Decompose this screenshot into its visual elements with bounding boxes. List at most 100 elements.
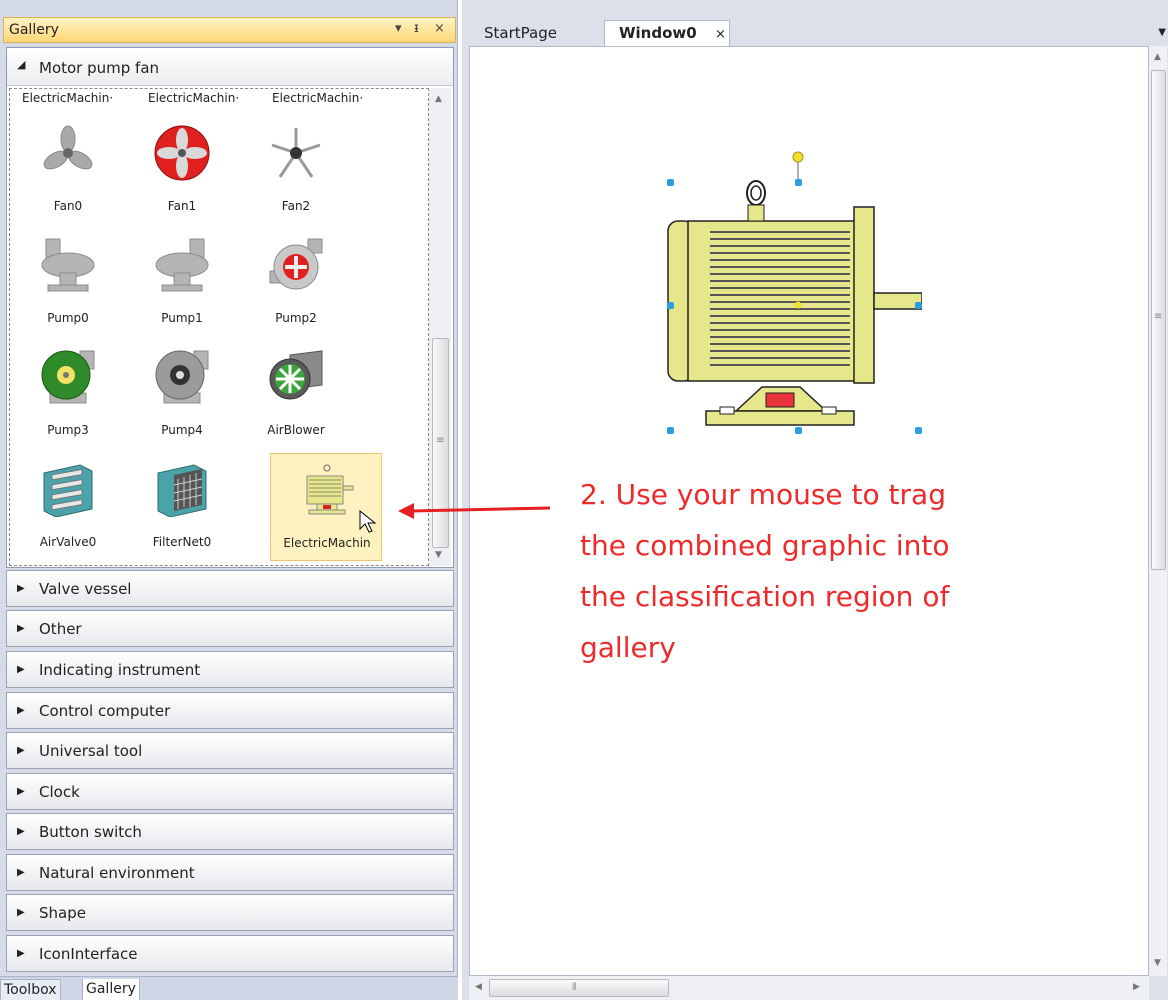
gallery-title: Gallery <box>9 22 59 38</box>
item-label: AirBlower <box>267 423 325 437</box>
fan-red-icon <box>154 125 210 181</box>
category-indicating-instrument[interactable]: ▶ Indicating instrument <box>6 651 454 688</box>
motor-nameplate <box>765 392 795 408</box>
resize-handle-sw[interactable] <box>667 427 674 434</box>
resize-handle-se[interactable] <box>915 427 922 434</box>
scroll-up-icon[interactable]: ▲ <box>435 94 442 104</box>
pin-icon[interactable]: ᵻ <box>414 21 419 36</box>
gallery-scrollbar[interactable]: ▲ ≡ ▼ <box>429 88 451 566</box>
category-button-switch[interactable]: ▶ Button switch <box>6 813 454 850</box>
gallery-item-pump1[interactable]: Pump1 <box>126 229 238 337</box>
caret-right-icon: ▶ <box>17 745 25 756</box>
category-label: Control computer <box>39 702 171 720</box>
item-label: AirValve0 <box>39 535 97 549</box>
category-clock[interactable]: ▶ Clock <box>6 773 454 810</box>
fan-spoke-icon <box>271 128 321 178</box>
cutoff-item-label[interactable]: ElectricMachin· <box>148 91 239 105</box>
tab-overflow-icon[interactable]: ▼ <box>1158 27 1166 38</box>
scroll-right-icon[interactable]: ▶ <box>1133 982 1140 992</box>
gallery-item-filternet0[interactable]: FilterNet0 <box>126 453 238 561</box>
lifting-eye-base <box>747 204 765 222</box>
instruction-line: 2. Use your mouse to trag <box>580 478 946 511</box>
caret-right-icon: ▶ <box>17 786 25 797</box>
category-universal-tool[interactable]: ▶ Universal tool <box>6 732 454 769</box>
air-valve-icon <box>43 464 93 517</box>
category-label: Button switch <box>39 823 142 841</box>
cutoff-item-label[interactable]: ElectricMachin· <box>272 91 363 105</box>
combined-motor-graphic[interactable] <box>658 147 922 437</box>
gallery-item-fan0[interactable]: Fan0 <box>12 117 124 225</box>
lifting-eye <box>746 180 766 206</box>
scroll-down-icon[interactable]: ▼ <box>435 550 442 560</box>
scrollbar-thumb[interactable]: ≡ <box>1151 70 1166 570</box>
scroll-up-icon[interactable]: ▲ <box>1154 52 1161 62</box>
category-label: Other <box>39 620 82 638</box>
mouse-cursor-icon <box>359 510 377 533</box>
resize-handle-s[interactable] <box>795 427 802 434</box>
item-label: Fan2 <box>281 199 311 213</box>
motor-group-header[interactable]: ◢ Motor pump fan <box>7 48 453 86</box>
scroll-left-icon[interactable]: ◀ <box>475 982 482 992</box>
close-panel-icon[interactable]: × <box>434 21 445 36</box>
category-valve-vessel[interactable]: ▶ Valve vessel <box>6 570 454 607</box>
center-handle[interactable] <box>794 301 802 309</box>
caret-right-icon: ▶ <box>17 826 25 837</box>
cutoff-item-label[interactable]: ElectricMachin· <box>22 91 113 105</box>
instruction-text: 2. Use your mouse to trag the combined g… <box>580 469 1080 673</box>
tab-startpage[interactable]: StartPage <box>474 20 567 47</box>
fan-gray-icon <box>43 125 93 170</box>
motor-shaft <box>873 292 922 310</box>
pump-gray-icon <box>155 238 209 292</box>
caret-down-icon: ◢ <box>17 58 26 71</box>
category-shape[interactable]: ▶ Shape <box>6 894 454 931</box>
resize-handle-n[interactable] <box>795 179 802 186</box>
pump-dark-icon <box>155 350 209 404</box>
resize-handle-w[interactable] <box>667 302 674 309</box>
close-tab-icon[interactable]: × <box>715 27 726 42</box>
resize-handle-nw[interactable] <box>667 179 674 186</box>
gallery-item-electricmachine[interactable]: ElectricMachin <box>270 453 382 561</box>
category-other[interactable]: ▶ Other <box>6 610 454 647</box>
item-label: Pump0 <box>47 311 89 325</box>
category-label: Clock <box>39 783 80 801</box>
air-blower-icon <box>269 350 323 400</box>
item-label: Pump3 <box>47 423 89 437</box>
scroll-down-icon[interactable]: ▼ <box>1154 958 1161 968</box>
category-label: IconInterface <box>39 945 138 963</box>
category-control-computer[interactable]: ▶ Control computer <box>6 692 454 729</box>
rotate-handle[interactable] <box>792 151 804 163</box>
gallery-item-pump3[interactable]: Pump3 <box>12 341 124 449</box>
gallery-item-pump0[interactable]: Pump0 <box>12 229 124 337</box>
category-iconinterface[interactable]: ▶ IconInterface <box>6 935 454 972</box>
gallery-item-airblower[interactable]: AirBlower <box>240 341 352 449</box>
tab-gallery[interactable]: Gallery <box>82 979 140 1000</box>
gallery-item-pump4[interactable]: Pump4 <box>126 341 238 449</box>
resize-handle-e[interactable] <box>915 302 922 309</box>
category-natural-environment[interactable]: ▶ Natural environment <box>6 854 454 891</box>
filter-net-icon <box>157 464 207 517</box>
grip-icon: ≡ <box>1154 311 1163 322</box>
scrollbar-thumb[interactable]: ⦀ <box>489 979 669 997</box>
gallery-item-airvalve0[interactable]: AirValve0 <box>12 453 124 561</box>
instruction-line: the combined graphic into <box>580 529 950 562</box>
gallery-titlebar: Gallery ▾ ᵻ × <box>3 17 456 43</box>
instruction-line: the classification region of <box>580 580 950 613</box>
category-label: Universal tool <box>39 742 143 760</box>
scrollbar-thumb[interactable]: ≡ <box>432 338 449 548</box>
motor-flange <box>853 206 875 384</box>
gallery-item-pump2[interactable]: Pump2 <box>240 229 352 337</box>
item-label: Pump2 <box>275 311 317 325</box>
pump-gray-icon <box>41 238 95 292</box>
dropdown-icon[interactable]: ▾ <box>395 21 402 36</box>
design-canvas[interactable]: 2. Use your mouse to trag the combined g… <box>469 46 1149 976</box>
gallery-item-fan1[interactable]: Fan1 <box>126 117 238 225</box>
category-label: Indicating instrument <box>39 661 201 679</box>
caret-right-icon: ▶ <box>17 705 25 716</box>
category-label: Shape <box>39 904 86 922</box>
canvas-vertical-scrollbar[interactable]: ▲ ≡ ▼ <box>1149 46 1167 976</box>
canvas-horizontal-scrollbar[interactable]: ◀ ⦀ ▶ <box>469 976 1149 1000</box>
tab-toolbox[interactable]: Toolbox <box>0 979 61 1000</box>
gallery-item-fan2[interactable]: Fan2 <box>240 117 352 225</box>
tab-window0[interactable]: Window0 × <box>604 20 730 47</box>
motor-pump-fan-group: ◢ Motor pump fan ElectricMachin· Electri… <box>6 47 454 568</box>
